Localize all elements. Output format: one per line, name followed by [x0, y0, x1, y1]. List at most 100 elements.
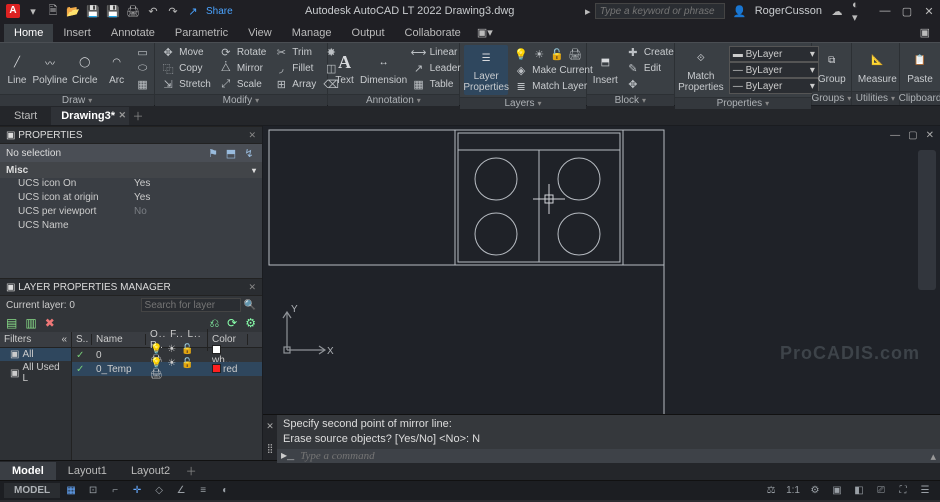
snap-toggle[interactable]: ⊡: [82, 482, 104, 500]
refresh-icon[interactable]: ⟳: [227, 316, 237, 330]
match-properties-button[interactable]: ⟐Match Properties: [679, 45, 723, 95]
edit-block-button[interactable]: ✎Edit: [624, 61, 676, 76]
properties-close-icon[interactable]: ✕: [248, 130, 256, 141]
lwt-toggle[interactable]: ≡: [192, 482, 214, 500]
properties-category[interactable]: Misc▾: [0, 162, 262, 178]
cmd-expand-icon[interactable]: ▴: [930, 450, 936, 463]
rotate-button[interactable]: ⟳Rotate: [217, 45, 268, 60]
layer-row[interactable]: ✓ 0_Temp 💡 ☀ 🔓 🖨 red: [72, 362, 262, 376]
delete-layer-icon[interactable]: ✖: [45, 316, 55, 330]
tab-annotate[interactable]: Annotate: [101, 24, 165, 42]
cleanscreen-icon[interactable]: ⛶: [892, 482, 914, 500]
scale-label[interactable]: 1:1: [782, 482, 804, 500]
layouttab-add[interactable]: ＋: [182, 463, 200, 479]
share-label[interactable]: Share: [206, 6, 233, 17]
cmd-handle-icon[interactable]: ⣿: [267, 443, 274, 454]
layer-search-input[interactable]: [141, 298, 241, 312]
tab-insert[interactable]: Insert: [53, 24, 101, 42]
doctab-start[interactable]: Start: [4, 107, 51, 125]
help-icon[interactable]: ◐ ▾: [852, 4, 866, 18]
help-search-input[interactable]: [595, 3, 725, 19]
user-name[interactable]: RogerCusson: [755, 5, 822, 17]
block-attr-button[interactable]: ✥: [624, 77, 676, 92]
redo-icon[interactable]: ↷: [166, 4, 180, 18]
new-layer-icon[interactable]: ▤: [6, 316, 17, 330]
selectobjects-icon[interactable]: ↯: [242, 146, 256, 160]
linetype-combo[interactable]: — ByLayer▾: [727, 79, 821, 94]
properties-selection[interactable]: No selection ⚑⬒↯: [0, 144, 262, 162]
tab-parametric[interactable]: Parametric: [165, 24, 238, 42]
layouttab-layout1[interactable]: Layout1: [56, 462, 119, 480]
doc-close-icon[interactable]: ✕: [926, 130, 934, 141]
grid-toggle[interactable]: ▦: [60, 482, 82, 500]
table-button[interactable]: ▦Table: [410, 77, 463, 92]
tab-view[interactable]: View: [238, 24, 282, 42]
osnap-toggle[interactable]: ◇: [148, 482, 170, 500]
ortho-toggle[interactable]: ⌐: [104, 482, 126, 500]
tab-collaborate[interactable]: Collaborate: [395, 24, 471, 42]
undo-icon[interactable]: ↶: [146, 4, 160, 18]
mirror-button[interactable]: ⧊Mirror: [217, 61, 268, 76]
polar-toggle[interactable]: ✛: [126, 482, 148, 500]
workspace-icon[interactable]: ▣: [826, 482, 848, 500]
new-layer-vp-icon[interactable]: ▥: [25, 316, 36, 330]
stretch-button[interactable]: ⇲Stretch: [159, 77, 213, 92]
fillet-button[interactable]: ◞Fillet: [272, 61, 318, 76]
search-caret-icon[interactable]: ▸: [581, 4, 595, 18]
signin-icon[interactable]: 👤: [733, 4, 747, 18]
tab-manage[interactable]: Manage: [282, 24, 342, 42]
new-icon[interactable]: 🗎: [46, 4, 60, 18]
isoplane-icon[interactable]: ◧: [848, 482, 870, 500]
status-model[interactable]: MODEL: [4, 483, 60, 498]
layer-states-icon[interactable]: ⎌: [210, 316, 220, 331]
app-logo[interactable]: A: [6, 4, 20, 18]
match-layer-button[interactable]: ≣Match Layer: [512, 79, 595, 94]
viewport[interactable]: — ▢ ✕: [263, 126, 940, 414]
array-button[interactable]: ⊞Array: [272, 77, 318, 92]
line-button[interactable]: ╱Line: [4, 49, 30, 88]
arc-button[interactable]: ◠Arc: [104, 49, 130, 88]
plot-icon[interactable]: 🖨: [126, 4, 140, 18]
a360-icon[interactable]: ☁: [830, 4, 844, 18]
cmd-close-icon[interactable]: ✕: [266, 421, 274, 432]
lineweight-combo[interactable]: — ByLayer▾: [727, 63, 821, 78]
layouttab-layout2[interactable]: Layout2: [119, 462, 182, 480]
transparency-toggle[interactable]: ◐: [214, 482, 236, 500]
circle-button[interactable]: ◯Circle: [70, 49, 100, 88]
layouttab-model[interactable]: Model: [0, 462, 56, 480]
settings-icon[interactable]: ⚙: [245, 316, 256, 330]
qat-menu-icon[interactable]: ▾: [26, 4, 40, 18]
filter-all[interactable]: ▣All: [0, 348, 71, 361]
layer-properties-button[interactable]: ☰Layer Properties: [464, 45, 508, 95]
measure-button[interactable]: 📐Measure: [856, 48, 899, 87]
create-block-button[interactable]: ✚Create: [624, 45, 676, 60]
close-doc-icon[interactable]: ✕: [118, 110, 126, 121]
make-current-button[interactable]: ◈Make Current: [512, 63, 595, 78]
copy-button[interactable]: ⿻Copy: [159, 61, 213, 76]
polyline-button[interactable]: 〰Polyline: [34, 49, 66, 88]
ellipse-button[interactable]: ⬭: [134, 61, 152, 76]
filter-all-used[interactable]: ▣All Used L: [0, 361, 71, 385]
gear-icon[interactable]: ⚙: [804, 482, 826, 500]
save-icon[interactable]: 💾: [86, 4, 100, 18]
hardware-icon[interactable]: ⎚: [870, 482, 892, 500]
maximize-button[interactable]: ▢: [896, 5, 918, 18]
tab-extra[interactable]: ▣▾: [471, 23, 499, 42]
annoscale-icon[interactable]: ⚖: [760, 482, 782, 500]
pickadd-icon[interactable]: ⬒: [224, 146, 238, 160]
leader-button[interactable]: ↗Leader: [410, 61, 463, 76]
col-name[interactable]: Name: [92, 334, 146, 345]
command-input[interactable]: [300, 449, 924, 463]
lpm-close-icon[interactable]: ✕: [248, 282, 256, 293]
tab-home[interactable]: Home: [4, 24, 53, 42]
open-icon[interactable]: 📂: [66, 4, 80, 18]
col-status[interactable]: S..: [72, 334, 92, 345]
doctab-active[interactable]: Drawing3*✕: [51, 107, 129, 125]
share-icon[interactable]: ↗: [186, 4, 200, 18]
search-icon[interactable]: 🔍: [244, 300, 256, 311]
trim-button[interactable]: ✂Trim: [272, 45, 318, 60]
doctab-add[interactable]: ＋: [129, 108, 147, 124]
dimension-button[interactable]: ↔Dimension: [362, 49, 406, 88]
scale-button[interactable]: ⤢Scale: [217, 77, 268, 92]
rectangle-button[interactable]: ▭: [134, 45, 152, 60]
